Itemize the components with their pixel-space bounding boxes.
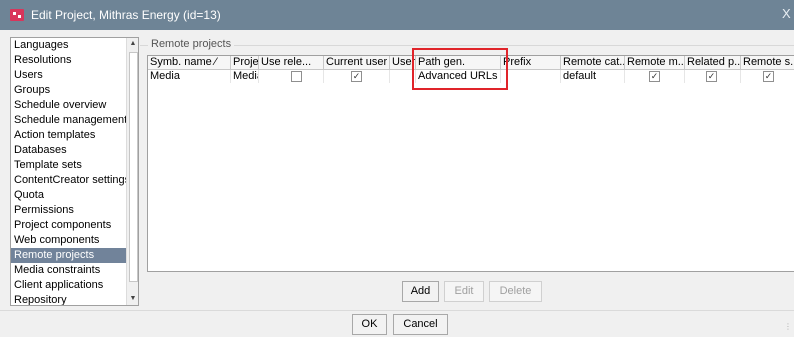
sidebar-item-web-components[interactable]: Web components	[11, 233, 127, 248]
edit-button[interactable]: Edit	[444, 281, 484, 302]
sidebar-item-groups[interactable]: Groups	[11, 83, 127, 98]
header-remote-s[interactable]: Remote s...	[741, 56, 794, 70]
scroll-up-icon[interactable]: ▲	[127, 38, 138, 50]
sidebar-item-action-templates[interactable]: Action templates	[11, 128, 127, 143]
sidebar-item-schedule-management[interactable]: Schedule management	[11, 113, 127, 128]
footer-divider	[0, 310, 794, 311]
settings-category-list[interactable]: Languages Resolutions Users Groups Schedule …	[10, 37, 139, 306]
cell-remote-m[interactable]: ✓	[625, 70, 685, 83]
sidebar-item-schedule-overview[interactable]: Schedule overview	[11, 98, 127, 113]
header-prefix[interactable]: Prefix	[501, 56, 561, 70]
current-user-checkbox[interactable]: ✓	[351, 71, 362, 82]
delete-button[interactable]: Delete	[489, 281, 542, 302]
cancel-button[interactable]: Cancel	[393, 314, 448, 335]
app-icon	[10, 9, 24, 21]
related-p-checkbox[interactable]: ✓	[706, 71, 717, 82]
scrollbar-thumb[interactable]	[129, 52, 138, 282]
sidebar-scrollbar[interactable]: ▲ ▼	[126, 38, 138, 305]
header-symb-name[interactable]: Symb. name ⁄	[148, 56, 231, 70]
sidebar-item-project-components[interactable]: Project components	[11, 218, 127, 233]
sidebar-item-resolutions[interactable]: Resolutions	[11, 53, 127, 68]
sidebar-item-contentcreator-settings[interactable]: ContentCreator settings	[11, 173, 130, 188]
title-bar: Edit Project, Mithras Energy (id=13) X	[0, 0, 794, 30]
scroll-down-icon[interactable]: ▼	[127, 293, 138, 305]
cell-project[interactable]: Media	[231, 70, 259, 83]
remote-s-checkbox[interactable]: ✓	[763, 71, 774, 82]
cell-remote-cat[interactable]: default	[561, 70, 625, 83]
sidebar-item-languages[interactable]: Languages	[11, 38, 127, 53]
ok-button[interactable]: OK	[352, 314, 387, 335]
header-remote-m[interactable]: Remote m...	[625, 56, 685, 70]
cell-symb-name[interactable]: Media	[148, 70, 231, 83]
header-use-release[interactable]: Use rele...	[259, 56, 324, 70]
remote-m-checkbox[interactable]: ✓	[649, 71, 660, 82]
sidebar-item-databases[interactable]: Databases	[11, 143, 127, 158]
sidebar-item-client-applications[interactable]: Client applications	[11, 278, 127, 293]
cell-current-user[interactable]: ✓	[324, 70, 390, 83]
path-gen-highlight-box	[412, 48, 508, 90]
header-current-user[interactable]: Current user	[324, 56, 390, 70]
window-title: Edit Project, Mithras Energy (id=13)	[31, 8, 221, 22]
sidebar-item-media-constraints[interactable]: Media constraints	[11, 263, 127, 278]
add-button[interactable]: Add	[402, 281, 439, 302]
cell-use-release[interactable]	[259, 70, 324, 83]
sidebar-item-permissions[interactable]: Permissions	[11, 203, 127, 218]
header-related-p[interactable]: Related p...	[685, 56, 741, 70]
cell-related-p[interactable]: ✓	[685, 70, 741, 83]
sidebar-item-users[interactable]: Users	[11, 68, 127, 83]
use-release-checkbox[interactable]	[291, 71, 302, 82]
header-remote-cat[interactable]: Remote cat...	[561, 56, 625, 70]
group-divider	[140, 45, 794, 46]
header-project[interactable]: Project	[231, 56, 259, 70]
sidebar-item-remote-projects[interactable]: Remote projects	[11, 248, 127, 263]
resize-grip-icon[interactable]: ⋮	[784, 322, 792, 331]
cell-prefix[interactable]	[501, 70, 561, 83]
sidebar-item-repository[interactable]: Repository	[11, 293, 127, 305]
sidebar-item-quota[interactable]: Quota	[11, 188, 127, 203]
close-icon[interactable]: X	[782, 6, 791, 21]
group-title: Remote projects	[148, 38, 235, 50]
cell-remote-s[interactable]: ✓	[741, 70, 794, 83]
sidebar-list: Languages Resolutions Users Groups Schedule …	[11, 38, 130, 305]
sidebar-item-template-sets[interactable]: Template sets	[11, 158, 127, 173]
